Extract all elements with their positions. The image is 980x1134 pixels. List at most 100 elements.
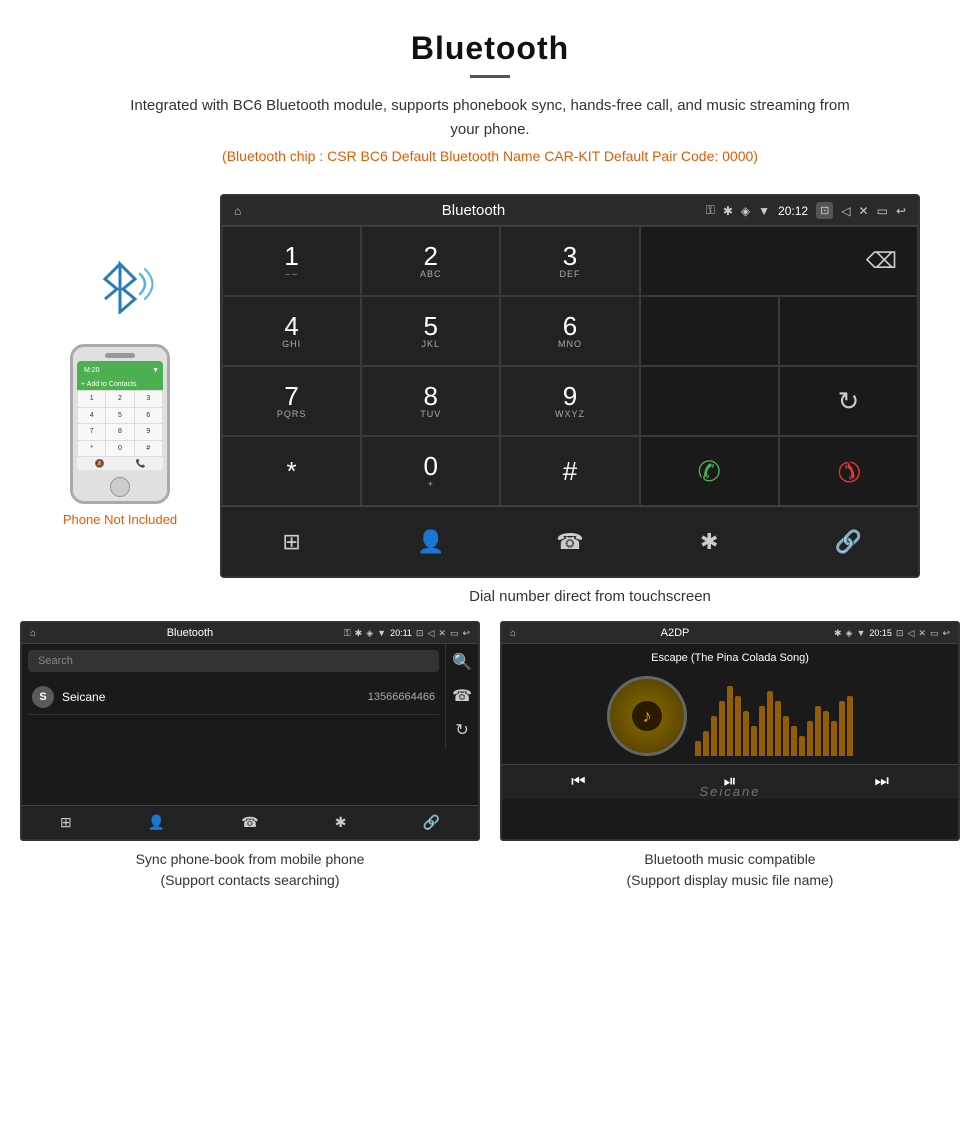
music-statusbar: ⌂ A2DP ✱ ◈ ▼ 20:15 ⊡ ◁ ✕ ▭ ↩	[502, 623, 958, 644]
contact-avatar: S	[32, 686, 54, 708]
car-screen-wrapper: ⌂ Bluetooth ⚿ ✱ ◈ ▼ 20:12 ⊡ ◁ ✕ ▭ ↩ 1⌣⌣	[220, 194, 960, 621]
bottom-nav: ⊞ 👤 ☎ ✱ 🔗	[222, 506, 918, 576]
bottom-screenshots: ⌂ Bluetooth ⚿ ✱ ◈ ▼ 20:11 ⊡ ◁ ✕ ▭ ↩ Sear…	[0, 621, 980, 919]
ms-caption-1: Bluetooth music compatible	[644, 851, 815, 867]
side-refresh-icon[interactable]: ↻	[455, 720, 468, 740]
bluetooth-waves-icon	[85, 254, 155, 324]
home-icon[interactable]: ⌂	[234, 204, 241, 218]
nav-link-icon[interactable]: 🔗	[779, 519, 918, 564]
pb-home-icon[interactable]: ⌂	[30, 628, 36, 639]
dialpad-container: 1⌣⌣ 2ABC 3DEF ⌫ 4GHI 5JKL	[222, 226, 918, 576]
dial-empty-3	[640, 366, 779, 436]
dial-key-8[interactable]: 8TUV	[361, 366, 500, 436]
dial-key-star[interactable]: *	[222, 436, 361, 506]
end-call-button[interactable]: ✆	[779, 436, 918, 506]
pb-win-icon: ▭	[450, 628, 459, 639]
nav-person-icon[interactable]: 👤	[361, 519, 500, 564]
title-divider	[470, 75, 510, 78]
pb-vol-icon: ◁	[427, 628, 434, 639]
viz-bar	[743, 711, 749, 756]
page-header: Bluetooth Integrated with BC6 Bluetooth …	[0, 0, 980, 194]
phone-speaker	[105, 353, 135, 358]
phone-screen: M:20 ▼ + Add to Contacts 123 456 789 *0#…	[77, 361, 163, 470]
contact-name: Seicane	[62, 690, 360, 704]
viz-bar	[719, 701, 725, 756]
location-icon: ◈	[741, 204, 750, 218]
back-icon[interactable]: ↩	[896, 204, 906, 218]
dial-key-2[interactable]: 2ABC	[361, 226, 500, 296]
nav-phone-icon[interactable]: ☎	[500, 519, 639, 564]
pb-loc-icon: ◈	[366, 628, 373, 639]
volume-icon[interactable]: ◁	[841, 204, 850, 218]
camera-icon[interactable]: ⊡	[816, 202, 833, 219]
viz-bar	[711, 716, 717, 756]
nav-bluetooth-icon[interactable]: ✱	[640, 519, 779, 564]
phonebook-layout: Search S Seicane 13566664466 🔍 ☎ ↻	[22, 644, 478, 748]
prev-button[interactable]: ⏮	[571, 773, 585, 791]
dial-key-3[interactable]: 3DEF	[500, 226, 639, 296]
side-icons: 🔍 ☎ ↻	[445, 644, 478, 748]
dial-key-hash[interactable]: #	[500, 436, 639, 506]
pb-time: 20:11	[390, 628, 412, 638]
phonebook-list: Search S Seicane 13566664466	[22, 644, 445, 748]
phonebook-screenshot-block: ⌂ Bluetooth ⚿ ✱ ◈ ▼ 20:11 ⊡ ◁ ✕ ▭ ↩ Sear…	[20, 621, 480, 899]
pb-nav-phone[interactable]: ☎	[241, 814, 258, 831]
window-icon[interactable]: ▭	[877, 204, 888, 218]
call-button[interactable]: ✆	[640, 436, 779, 506]
side-search-icon[interactable]: 🔍	[452, 652, 472, 672]
page-specs: (Bluetooth chip : CSR BC6 Default Blueto…	[60, 148, 920, 164]
phone-screen-bar: M:20 ▼	[77, 361, 163, 379]
music-screen: ⌂ A2DP ✱ ◈ ▼ 20:15 ⊡ ◁ ✕ ▭ ↩ Escape (The…	[500, 621, 960, 841]
wifi-icon: ▼	[758, 204, 770, 218]
pb-nav-grid[interactable]: ⊞	[60, 814, 72, 831]
dial-key-0[interactable]: 0+	[361, 436, 500, 506]
nav-grid-icon[interactable]: ⊞	[222, 519, 361, 564]
side-call-icon[interactable]: ☎	[452, 686, 472, 706]
phone-mockup: M:20 ▼ + Add to Contacts 123 456 789 *0#…	[70, 344, 170, 504]
pb-caption-1: Sync phone-book from mobile phone	[136, 851, 365, 867]
usb-icon: ⚿	[706, 203, 715, 218]
status-time: 20:12	[778, 204, 808, 218]
viz-bar	[751, 726, 757, 756]
phonebook-screen: ⌂ Bluetooth ⚿ ✱ ◈ ▼ 20:11 ⊡ ◁ ✕ ▭ ↩ Sear…	[20, 621, 480, 841]
ms-time: 20:15	[869, 628, 892, 638]
close-icon[interactable]: ✕	[859, 204, 869, 218]
music-main-area: ♪	[607, 676, 853, 756]
backspace-icon[interactable]: ⌫	[866, 248, 897, 274]
dial-key-9[interactable]: 9WXYZ	[500, 366, 639, 436]
viz-bar	[791, 726, 797, 756]
dial-display: ⌫	[640, 226, 918, 296]
viz-bar	[767, 691, 773, 756]
pb-wifi-icon: ▼	[377, 628, 386, 638]
phone-dialpad: 123 456 789 *0#	[77, 390, 163, 457]
search-bar[interactable]: Search	[28, 650, 439, 672]
dial-key-7[interactable]: 7PQRS	[222, 366, 361, 436]
contact-row[interactable]: S Seicane 13566664466	[28, 680, 439, 715]
dial-key-4[interactable]: 4GHI	[222, 296, 361, 366]
viz-bar	[695, 741, 701, 756]
viz-bar	[775, 701, 781, 756]
music-note-icon: ♪	[643, 706, 652, 727]
dial-key-1[interactable]: 1⌣⌣	[222, 226, 361, 296]
ms-back-icon: ↩	[942, 628, 950, 639]
page-title: Bluetooth	[60, 30, 920, 67]
viz-bar	[735, 696, 741, 756]
pb-nav-bt[interactable]: ✱	[335, 814, 347, 831]
phone-aside: M:20 ▼ + Add to Contacts 123 456 789 *0#…	[20, 194, 220, 527]
viz-bar	[839, 701, 845, 756]
ms-caption-2: (Support display music file name)	[627, 872, 834, 888]
redial-button[interactable]: ↻	[779, 366, 918, 436]
pb-nav: ⊞ 👤 ☎ ✱ 🔗	[22, 805, 478, 839]
viz-bar	[799, 736, 805, 756]
dial-key-6[interactable]: 6MNO	[500, 296, 639, 366]
play-pause-button[interactable]: ⏯	[724, 773, 737, 791]
dial-key-5[interactable]: 5JKL	[361, 296, 500, 366]
music-player-nav: ⏮ ⏯ ⏭	[502, 764, 958, 799]
next-button[interactable]: ⏭	[875, 773, 889, 791]
ms-home-icon[interactable]: ⌂	[510, 628, 516, 639]
pb-nav-person[interactable]: 👤	[148, 814, 165, 831]
pb-nav-link[interactable]: 🔗	[423, 814, 440, 831]
pb-back-icon: ↩	[462, 628, 470, 639]
music-content: Escape (The Pina Colada Song) ♪	[502, 644, 958, 764]
pb-bt-icon: ✱	[355, 628, 363, 639]
